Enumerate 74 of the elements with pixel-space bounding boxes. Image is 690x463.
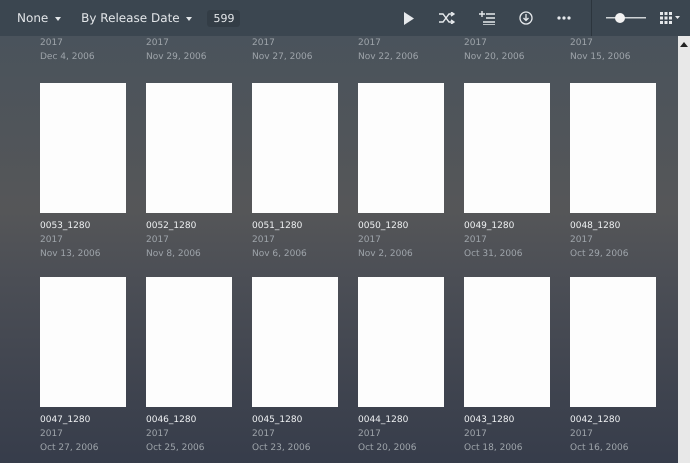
caret-icon	[55, 16, 62, 21]
year-label: 2017	[252, 428, 276, 441]
item-title[interactable]: 0049_1280	[464, 219, 550, 233]
year-label: 2017	[570, 234, 594, 247]
thumbnail[interactable]	[146, 83, 232, 213]
year-label: 2017	[146, 37, 170, 50]
year-label: 2017	[358, 234, 382, 247]
more-icon[interactable]	[557, 16, 571, 20]
item-title[interactable]: 0051_1280	[252, 219, 338, 233]
item-count: 599	[207, 10, 240, 26]
date-label: Nov 6, 2006	[252, 248, 308, 261]
thumbnail[interactable]	[358, 83, 444, 213]
date-label: Nov 8, 2006	[146, 248, 202, 261]
year-label: 2017	[570, 428, 594, 441]
download-icon[interactable]	[519, 11, 533, 25]
date-label: Nov 22, 2006	[358, 51, 420, 64]
date-label: Oct 27, 2006	[40, 442, 100, 455]
date-label: Nov 13, 2006	[40, 248, 102, 261]
item-title[interactable]: 0046_1280	[146, 413, 232, 427]
date-label: Oct 20, 2006	[358, 442, 418, 455]
slider-thumb[interactable]	[615, 13, 625, 23]
thumbnail[interactable]	[40, 277, 126, 407]
item-title[interactable]: 0048_1280	[570, 219, 656, 233]
year-label: 2017	[40, 428, 64, 441]
year-label: 2017	[358, 37, 382, 50]
thumbnail[interactable]	[40, 83, 126, 213]
year-label: 2017	[464, 37, 488, 50]
thumbnail[interactable]	[570, 83, 656, 213]
grid-view-icon[interactable]	[660, 12, 680, 24]
year-label: 2017	[40, 234, 64, 247]
scroll-up-icon[interactable]	[680, 42, 688, 47]
item-title[interactable]: 0043_1280	[464, 413, 550, 427]
item-title[interactable]: 0045_1280	[252, 413, 338, 427]
add-to-queue-icon[interactable]	[479, 11, 495, 25]
scrollbar[interactable]	[678, 36, 690, 463]
date-label: Oct 25, 2006	[146, 442, 206, 455]
year-label: 2017	[358, 428, 382, 441]
shuffle-icon[interactable]	[439, 12, 455, 24]
date-label: Nov 29, 2006	[146, 51, 208, 64]
date-label: Nov 2, 2006	[358, 248, 414, 261]
date-label: Oct 18, 2006	[464, 442, 524, 455]
date-label: Oct 29, 2006	[570, 248, 630, 261]
year-label: 2017	[252, 37, 276, 50]
year-label: 2017	[252, 234, 276, 247]
date-label: Nov 27, 2006	[252, 51, 314, 64]
caret-icon	[186, 16, 192, 21]
date-label: Dec 4, 2006	[40, 51, 96, 64]
year-label: 2017	[464, 234, 488, 247]
sort-dropdown[interactable]: By Release Date	[74, 11, 200, 25]
year-label: 2017	[40, 37, 64, 50]
year-label: 2017	[464, 428, 488, 441]
date-label: Nov 15, 2006	[570, 51, 632, 64]
thumbnail[interactable]	[464, 83, 550, 213]
item-title[interactable]: 0047_1280	[40, 413, 126, 427]
item-title[interactable]: 0042_1280	[570, 413, 656, 427]
thumbnail[interactable]	[252, 83, 338, 213]
thumbnail[interactable]	[570, 277, 656, 407]
filter-dropdown[interactable]: None	[10, 11, 68, 25]
year-label: 2017	[146, 428, 170, 441]
date-label: Oct 31, 2006	[464, 248, 524, 261]
year-label: 2017	[570, 37, 594, 50]
year-label: 2017	[146, 234, 170, 247]
item-title[interactable]: 0050_1280	[358, 219, 444, 233]
date-label: Oct 16, 2006	[570, 442, 630, 455]
item-title[interactable]: 0053_1280	[40, 219, 126, 233]
date-label: Nov 20, 2006	[464, 51, 526, 64]
item-title[interactable]: 0044_1280	[358, 413, 444, 427]
item-title[interactable]: 0052_1280	[146, 219, 232, 233]
thumbnail[interactable]	[358, 277, 444, 407]
thumbnail[interactable]	[252, 277, 338, 407]
date-label: Oct 23, 2006	[252, 442, 312, 455]
play-icon[interactable]	[403, 12, 415, 24]
thumbnail[interactable]	[146, 277, 232, 407]
thumbnail[interactable]	[464, 277, 550, 407]
